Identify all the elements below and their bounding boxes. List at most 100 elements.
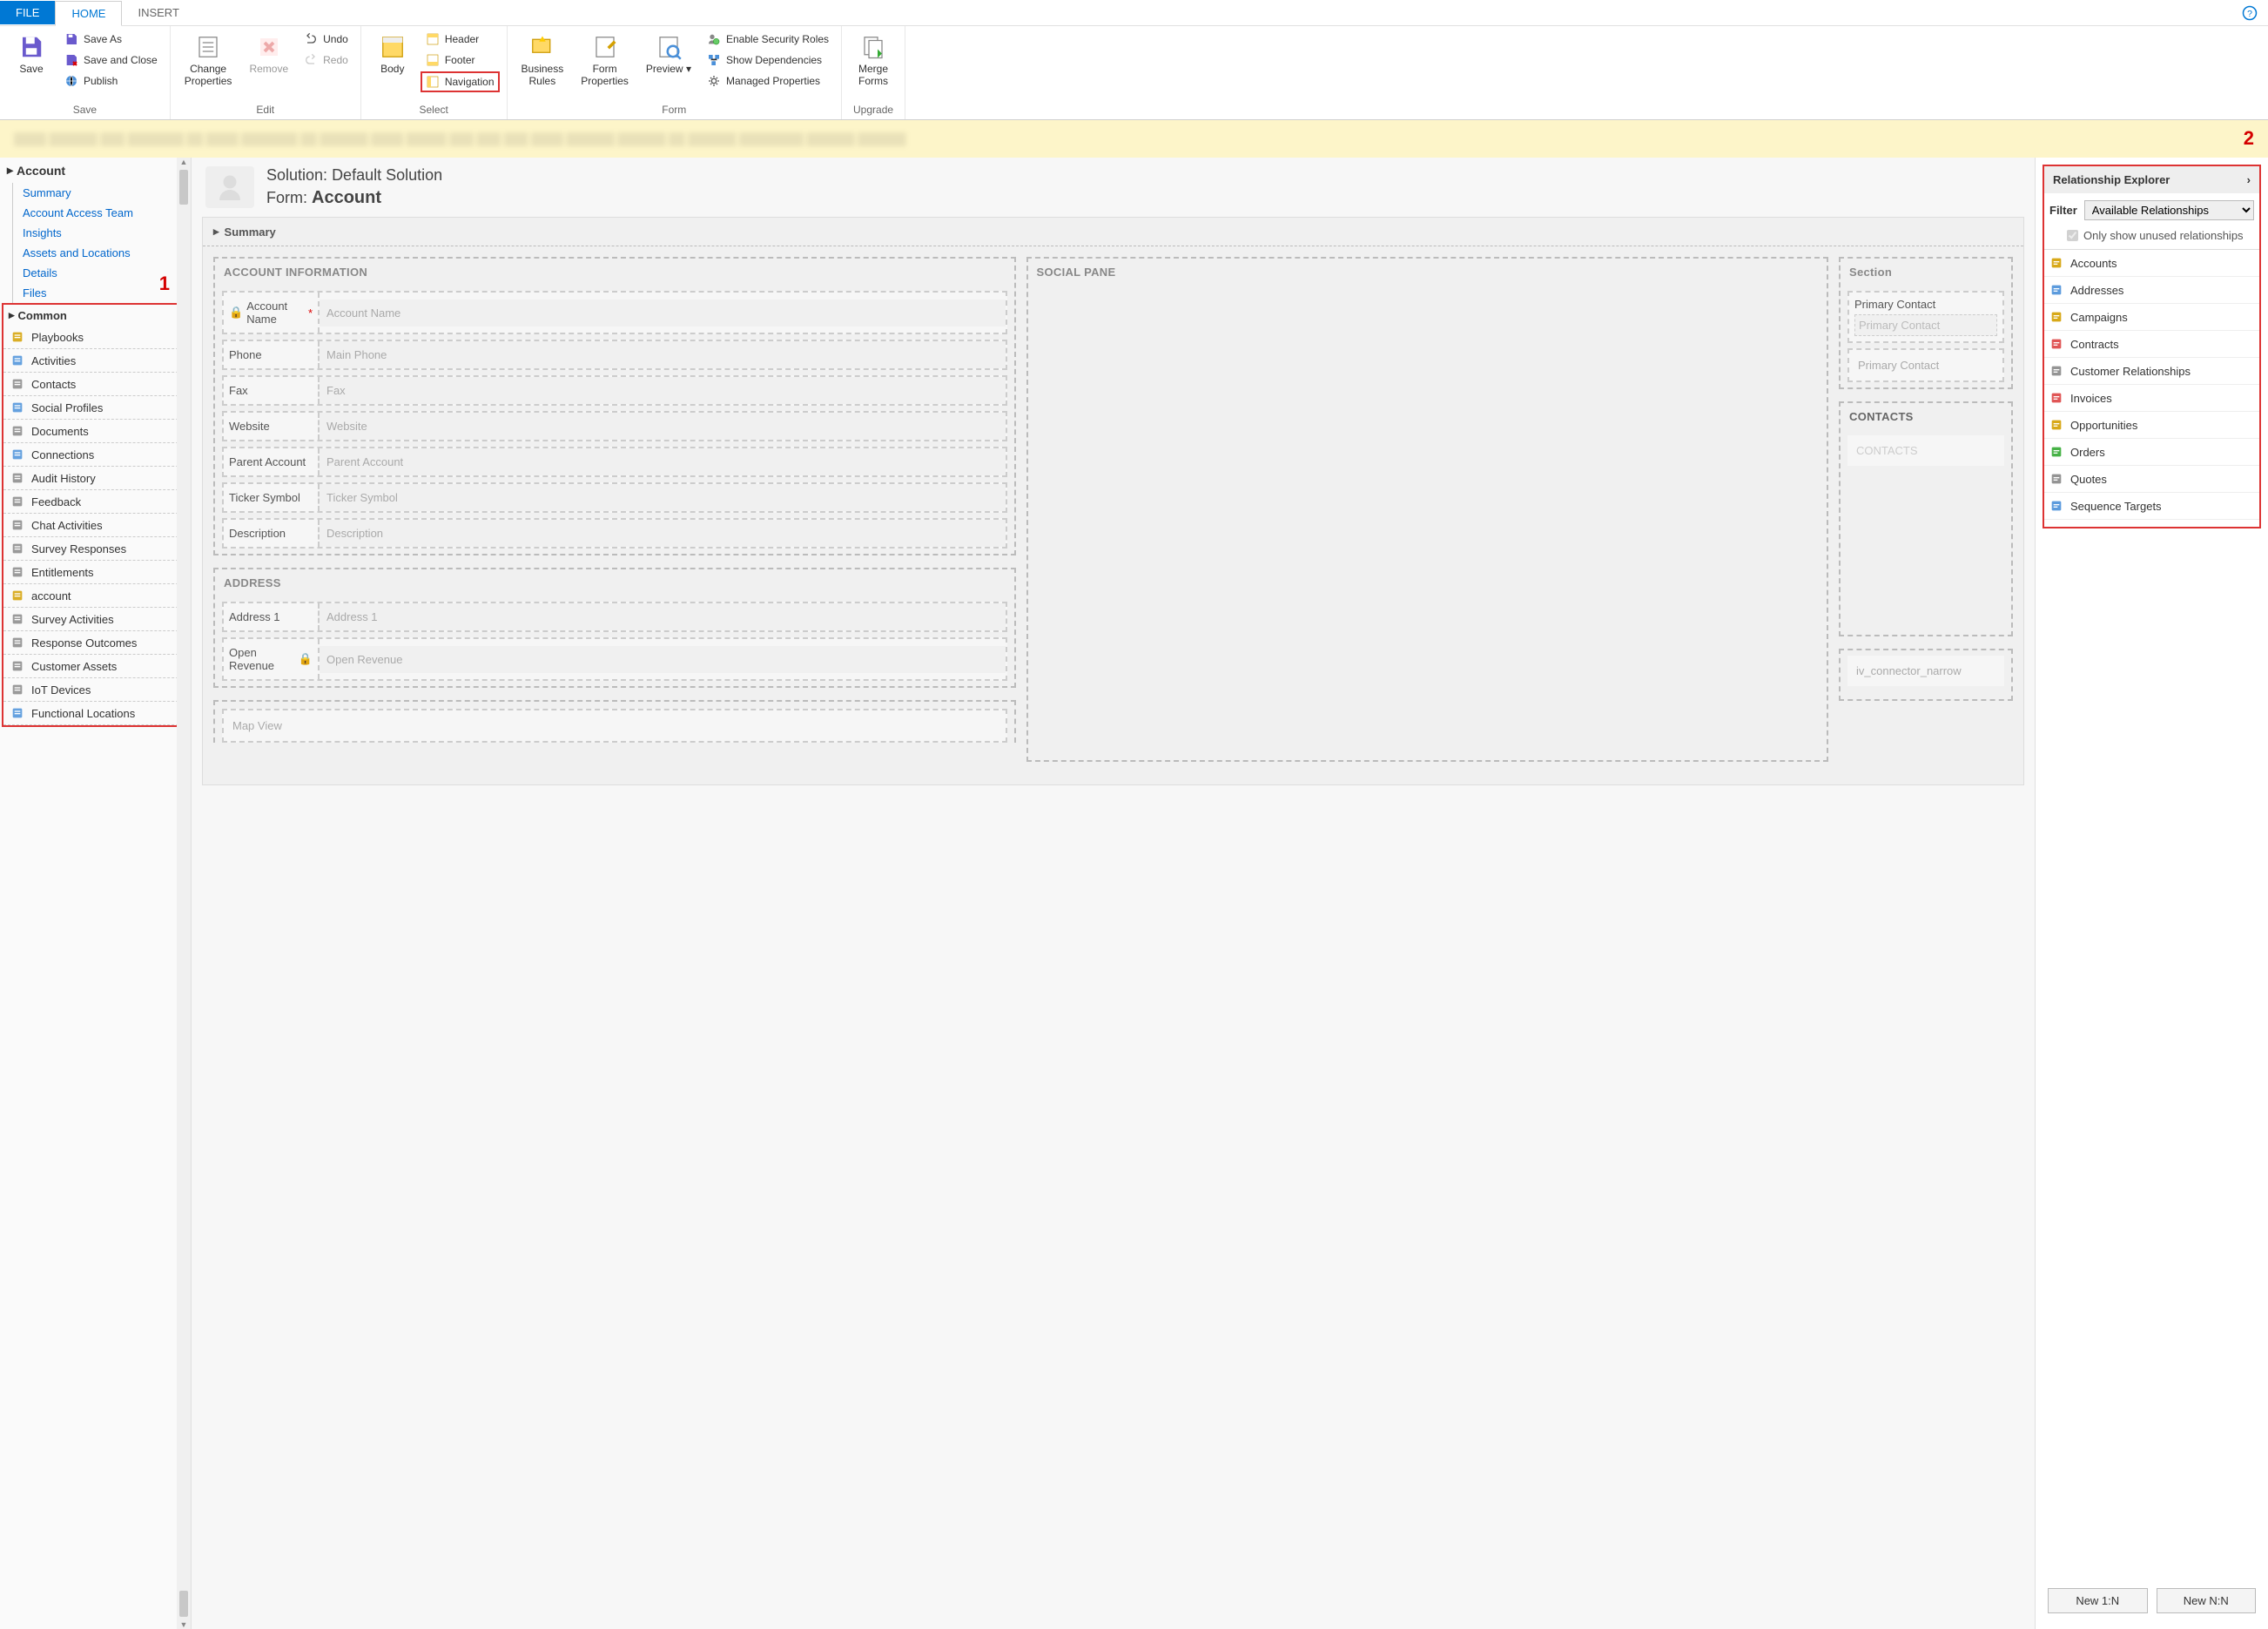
primary-contact-field-2[interactable]: Primary Contact [1847, 348, 2004, 382]
field-website[interactable]: WebsiteWebsite [222, 411, 1007, 441]
nav-item-account-access-team[interactable]: Account Access Team [0, 203, 191, 223]
rel-explorer-header[interactable]: Relationship Explorer › [2044, 166, 2259, 193]
social-pane-section[interactable]: SOCIAL PANE [1026, 257, 1829, 762]
common-item-chat-activities[interactable]: Chat Activities [3, 514, 187, 537]
iv-connector-section[interactable]: iv_connector_narrow [1839, 649, 2013, 701]
header-icon [426, 32, 440, 46]
common-item-contacts[interactable]: Contacts [3, 373, 187, 396]
rel-item-sequence-targets[interactable]: Sequence Targets [2044, 493, 2259, 520]
form-props-icon [591, 33, 619, 61]
security-icon [707, 32, 721, 46]
navigation-button[interactable]: Navigation [421, 71, 500, 92]
account-info-section[interactable]: ACCOUNT INFORMATION 🔒Account Name*Accoun… [213, 257, 1016, 555]
field-account-name[interactable]: 🔒Account Name*Account Name [222, 291, 1007, 334]
tab-file[interactable]: FILE [0, 1, 55, 24]
common-item-activities[interactable]: Activities [3, 349, 187, 373]
enable-security-button[interactable]: Enable Security Roles [702, 30, 834, 49]
field-phone[interactable]: PhoneMain Phone [222, 340, 1007, 370]
publish-button[interactable]: Publish [59, 71, 163, 91]
field-ticker-symbol[interactable]: Ticker SymbolTicker Symbol [222, 482, 1007, 513]
rel-item-invoices[interactable]: Invoices [2044, 385, 2259, 412]
merge-forms-button[interactable]: Merge Forms [849, 30, 898, 91]
rel-item-orders[interactable]: Orders [2044, 439, 2259, 466]
common-item-entitlements[interactable]: Entitlements [3, 561, 187, 584]
common-item-survey-activities[interactable]: Survey Activities [3, 608, 187, 631]
header-button[interactable]: Header [421, 30, 500, 49]
merge-icon [859, 33, 887, 61]
common-item-playbooks[interactable]: Playbooks [3, 326, 187, 349]
common-item-response-outcomes[interactable]: Response Outcomes [3, 631, 187, 655]
rel-item-campaigns[interactable]: Campaigns [2044, 304, 2259, 331]
body-icon [379, 33, 407, 61]
item-icon [10, 589, 24, 602]
form-body[interactable]: ▸ Summary ACCOUNT INFORMATION 🔒Account N… [202, 217, 2024, 785]
help-icon[interactable]: ? [2242, 5, 2258, 21]
change-properties-button[interactable]: Change Properties [178, 30, 239, 91]
nav-item-insights[interactable]: Insights [0, 223, 191, 243]
account-tree-header[interactable]: ▸ Account [0, 158, 191, 183]
save-close-button[interactable]: Save and Close [59, 50, 163, 70]
redo-button[interactable]: Redo [299, 50, 353, 70]
undo-button[interactable]: Undo [299, 30, 353, 49]
field-parent-account[interactable]: Parent AccountParent Account [222, 447, 1007, 477]
nav-item-assets-and-locations[interactable]: Assets and Locations [0, 243, 191, 263]
rel-item-quotes[interactable]: Quotes [2044, 466, 2259, 493]
common-header[interactable]: ▸ Common [3, 305, 187, 326]
common-item-connections[interactable]: Connections [3, 443, 187, 467]
new-1n-button[interactable]: New 1:N [2048, 1588, 2148, 1613]
preview-button[interactable]: Preview ▾ [639, 30, 698, 78]
rel-item-opportunities[interactable]: Opportunities [2044, 412, 2259, 439]
summary-header[interactable]: ▸ Summary [203, 218, 2023, 246]
upgrade-group-label: Upgrade [849, 102, 898, 118]
common-item-iot-devices[interactable]: IoT Devices [3, 678, 187, 702]
save-as-button[interactable]: Save As [59, 30, 163, 49]
select-group-label: Select [368, 102, 500, 118]
footer-button[interactable]: Footer [421, 50, 500, 70]
business-rules-button[interactable]: Business Rules [515, 30, 571, 91]
section-generic[interactable]: Section Primary Contact Primary Contact … [1839, 257, 2013, 389]
common-item-audit-history[interactable]: Audit History [3, 467, 187, 490]
item-icon [10, 424, 24, 438]
common-item-feedback[interactable]: Feedback [3, 490, 187, 514]
item-icon [10, 471, 24, 485]
only-unused-checkbox[interactable] [2067, 230, 2078, 241]
tab-home[interactable]: HOME [55, 1, 122, 26]
field-open-revenue[interactable]: Open Revenue🔒Open Revenue [222, 637, 1007, 681]
address-section[interactable]: ADDRESS Address 1Address 1Open Revenue🔒O… [213, 568, 1016, 688]
tab-insert[interactable]: INSERT [122, 1, 194, 24]
edit-group-label: Edit [178, 102, 353, 118]
rel-item-accounts[interactable]: Accounts [2044, 250, 2259, 277]
managed-props-button[interactable]: Managed Properties [702, 71, 834, 91]
common-item-survey-responses[interactable]: Survey Responses [3, 537, 187, 561]
common-item-functional-locations[interactable]: Functional Locations [3, 702, 187, 725]
body-button[interactable]: Body [368, 30, 417, 78]
item-icon [10, 659, 24, 673]
field-description[interactable]: DescriptionDescription [222, 518, 1007, 549]
item-icon [10, 518, 24, 532]
common-item-documents[interactable]: Documents [3, 420, 187, 443]
left-scrollbar[interactable]: ▲ ▼ [177, 158, 191, 1629]
filter-select[interactable]: Available Relationships [2084, 200, 2254, 220]
item-icon [10, 565, 24, 579]
save-button[interactable]: Save [7, 30, 56, 78]
deps-icon [707, 53, 721, 67]
common-item-social-profiles[interactable]: Social Profiles [3, 396, 187, 420]
remove-button[interactable]: Remove [242, 30, 295, 78]
publish-icon [64, 74, 78, 88]
contacts-section[interactable]: CONTACTS CONTACTS [1839, 401, 2013, 636]
new-nn-button[interactable]: New N:N [2157, 1588, 2257, 1613]
primary-contact-field[interactable]: Primary Contact Primary Contact [1847, 291, 2004, 343]
form-properties-button[interactable]: Form Properties [574, 30, 636, 91]
rel-item-customer-relationships[interactable]: Customer Relationships [2044, 358, 2259, 385]
nav-item-summary[interactable]: Summary [0, 183, 191, 203]
rel-item-addresses[interactable]: Addresses [2044, 277, 2259, 304]
field-fax[interactable]: FaxFax [222, 375, 1007, 406]
common-item-account[interactable]: account [3, 584, 187, 608]
map-section[interactable]: Map View [213, 700, 1016, 743]
save-as-icon [64, 32, 78, 46]
field-address-1[interactable]: Address 1Address 1 [222, 602, 1007, 632]
show-deps-button[interactable]: Show Dependencies [702, 50, 834, 70]
rel-item-contracts[interactable]: Contracts [2044, 331, 2259, 358]
preview-icon [655, 33, 683, 61]
common-item-customer-assets[interactable]: Customer Assets [3, 655, 187, 678]
